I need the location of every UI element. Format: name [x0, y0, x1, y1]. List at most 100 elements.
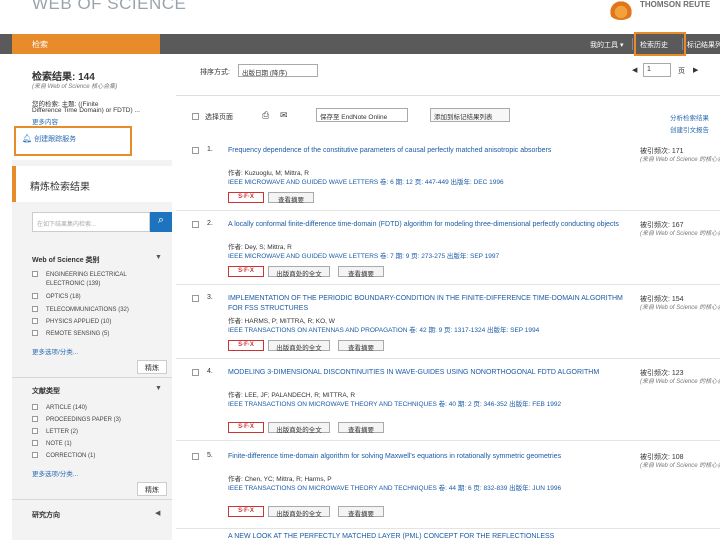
sort-label: 排序方式:	[200, 69, 230, 76]
marked-list-link[interactable]: 标记结果列	[687, 34, 720, 54]
facet-divider	[12, 499, 172, 500]
analyze-results-link[interactable]: 分析检索结果	[670, 112, 709, 122]
record-title-link[interactable]: IMPLEMENTATION OF THE PERIODIC BOUNDARY-…	[228, 294, 624, 314]
view-abstract-button[interactable]: 查看摘要	[338, 340, 384, 352]
view-abstract-button[interactable]: 查看摘要	[268, 192, 314, 204]
facet-option[interactable]: NOTE (1)	[32, 440, 72, 447]
record-checkbox[interactable]	[192, 147, 199, 154]
full-text-button[interactable]: 出版商处的全文	[268, 506, 330, 518]
record-divider	[176, 528, 720, 529]
record-title-link[interactable]: A locally conformal finite-difference ti…	[228, 220, 624, 230]
facet-option[interactable]: ARTICLE (140)	[32, 404, 87, 411]
record-checkbox[interactable]	[192, 221, 199, 228]
results-source-note: (来自 Web of Science 核心合集)	[32, 84, 118, 90]
facet-title-wos-category[interactable]: Web of Science 类别	[32, 255, 100, 265]
sfx-link-button[interactable]: S·F·X	[228, 266, 264, 277]
add-to-marked-list-button[interactable]: 添加到标记结果列表	[430, 108, 510, 122]
full-text-button[interactable]: 出版商处的全文	[268, 340, 330, 352]
facet-refine-button[interactable]: 精炼	[137, 360, 167, 374]
facet-checkbox[interactable]	[32, 428, 38, 434]
refine-search-input[interactable]: 在如下结果集内检索...	[32, 212, 150, 232]
full-text-button[interactable]: 出版商处的全文	[268, 266, 330, 278]
facet-option[interactable]: PHYSICS APPLIED (10)	[32, 318, 111, 325]
facet-option[interactable]: TELECOMMUNICATIONS (32)	[32, 306, 129, 313]
facet-option[interactable]: CORRECTION (1)	[32, 452, 95, 459]
view-abstract-button[interactable]: 查看摘要	[338, 422, 384, 434]
full-text-button[interactable]: 出版商处的全文	[268, 422, 330, 434]
record-checkbox[interactable]	[192, 453, 199, 460]
facet-option[interactable]: LETTER (2)	[32, 428, 78, 435]
record-divider	[176, 284, 720, 285]
facet-title-research-area[interactable]: 研究方向	[32, 510, 60, 520]
facet-checkbox[interactable]	[32, 306, 38, 312]
facet-divider	[12, 377, 172, 378]
refine-results-heading: 精炼检索结果	[12, 166, 172, 202]
facet-checkbox[interactable]	[32, 404, 38, 410]
web-of-science-logo[interactable]: WEB OF SCIENCE	[32, 0, 186, 14]
tab-search[interactable]: 检索	[12, 34, 160, 54]
query-more-link[interactable]: 更多内容	[32, 116, 58, 126]
record-number: 2.	[207, 220, 213, 227]
times-cited-source: (来自 Web of Science 的核心合集)	[640, 463, 720, 469]
facet-option[interactable]: OPTICS (18)	[32, 293, 81, 300]
times-cited-source: (来自 Web of Science 的核心合集)	[640, 379, 720, 385]
citation-report-link[interactable]: 创建引文报告	[670, 124, 709, 134]
caret-left-icon[interactable]: ◀	[155, 509, 160, 517]
facet-checkbox[interactable]	[32, 318, 38, 324]
times-cited[interactable]: 被引频次: 108	[640, 452, 684, 462]
sfx-link-button[interactable]: S·F·X	[228, 506, 264, 517]
times-cited[interactable]: 被引频次: 171	[640, 146, 684, 156]
record-authors: 作者: HARMS, P; MITTRA, R; KO, W	[228, 318, 335, 325]
view-abstract-button[interactable]: 查看摘要	[338, 266, 384, 278]
facet-checkbox[interactable]	[32, 271, 38, 277]
page-prev-icon[interactable]: ◀	[632, 66, 637, 74]
record-title-link[interactable]: Finite-difference time-domain algorithm …	[228, 452, 624, 462]
record-number: 4.	[207, 368, 213, 375]
select-page-checkbox[interactable]	[192, 113, 199, 120]
facet-refine-button[interactable]: 精炼	[137, 482, 167, 496]
record-number: 1.	[207, 146, 213, 153]
times-cited[interactable]: 被引频次: 167	[640, 220, 684, 230]
facet-option[interactable]: PROCEEDINGS PAPER (3)	[32, 416, 121, 423]
refine-search-button[interactable]: ⌕	[150, 212, 172, 232]
sort-select[interactable]: 出版日期 (降序)	[238, 64, 318, 77]
facet-title-document-type[interactable]: 文献类型	[32, 386, 60, 396]
view-abstract-button[interactable]: 查看摘要	[338, 506, 384, 518]
sfx-link-button[interactable]: S·F·X	[228, 192, 264, 203]
record-checkbox[interactable]	[192, 369, 199, 376]
facet-more-link[interactable]: 更多选项/分类...	[32, 468, 78, 478]
facet-option[interactable]: REMOTE SENSING (5)	[32, 330, 109, 337]
my-tools-menu[interactable]: 我的工具 ▾	[590, 34, 623, 54]
nav-divider	[632, 38, 633, 50]
select-page-control[interactable]: 选择页面	[192, 112, 233, 122]
print-icon[interactable]: ⎙	[262, 110, 269, 121]
record-divider	[176, 358, 720, 359]
page-suffix: 页	[678, 68, 685, 75]
times-cited[interactable]: 被引频次: 154	[640, 294, 684, 304]
caret-down-icon[interactable]: ▼	[155, 254, 162, 261]
facet-more-link[interactable]: 更多选项/分类...	[32, 346, 78, 356]
times-cited[interactable]: 被引频次: 123	[640, 368, 684, 378]
record-checkbox[interactable]	[192, 295, 199, 302]
record-title-link[interactable]: A NEW LOOK AT THE PERFECTLY MATCHED LAYE…	[228, 532, 624, 540]
facet-option[interactable]: ENGINEERING ELECTRICAL	[32, 271, 127, 278]
sfx-link-button[interactable]: S·F·X	[228, 422, 264, 433]
caret-down-icon[interactable]: ▼	[155, 385, 162, 392]
export-select[interactable]: 保存至 EndNote Online	[316, 108, 408, 122]
facet-checkbox[interactable]	[32, 330, 38, 336]
search-history-highlight-box	[634, 32, 686, 56]
email-icon[interactable]: ✉	[280, 110, 288, 121]
page-next-icon[interactable]: ▶	[693, 66, 698, 74]
record-title-link[interactable]: MODELING 3-DIMENSIONAL DISCONTINUITIES I…	[228, 368, 624, 378]
record-title-link[interactable]: Frequency dependence of the constitutive…	[228, 146, 624, 156]
facet-option-continued: ELECTRONIC (139)	[46, 281, 101, 287]
facet-checkbox[interactable]	[32, 440, 38, 446]
facet-checkbox[interactable]	[32, 293, 38, 299]
create-alert-highlight-box	[14, 126, 132, 156]
record-authors: 作者: Dey, S; Mittra, R	[228, 244, 292, 251]
facet-checkbox[interactable]	[32, 416, 38, 422]
page-number-input[interactable]: 1	[643, 63, 671, 77]
facet-checkbox[interactable]	[32, 452, 38, 458]
sfx-link-button[interactable]: S·F·X	[228, 340, 264, 351]
times-cited-source: (来自 Web of Science 的核心合集)	[640, 231, 720, 237]
